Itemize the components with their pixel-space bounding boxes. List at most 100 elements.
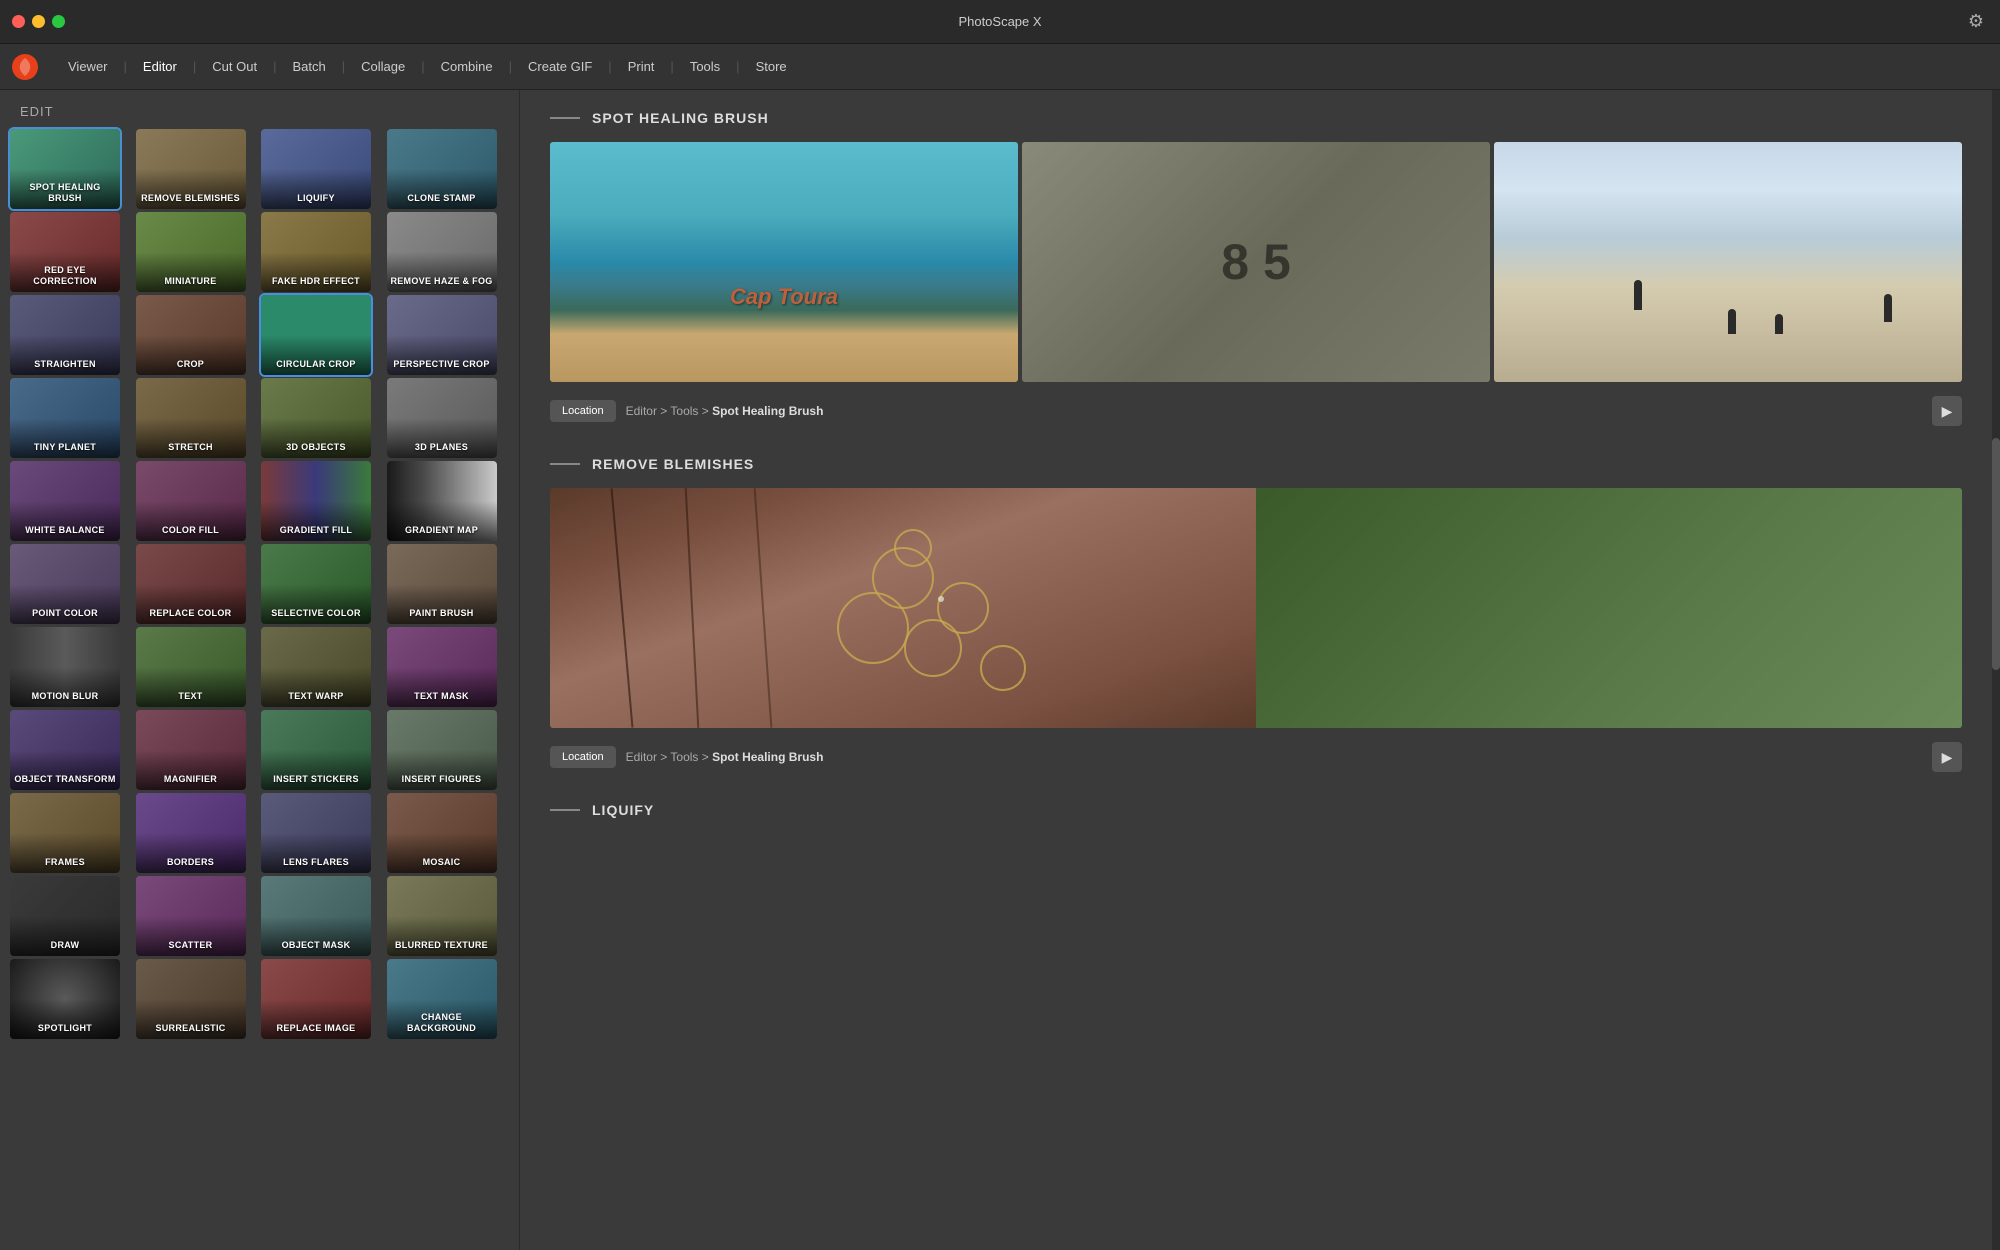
section-remove-blemishes-header: REMOVE BLEMISHES <box>550 456 1962 472</box>
tool-lens-flares[interactable]: LENS FLARES <box>261 793 371 873</box>
section-remove-blemishes-title: REMOVE BLEMISHES <box>592 456 754 472</box>
tool-perspective-crop-label: PERSPECTIVE CROP <box>387 355 497 375</box>
tool-change-background[interactable]: CHANGE BACKGROUND <box>387 959 497 1039</box>
tool-mosaic[interactable]: MOSAIC <box>387 793 497 873</box>
tool-insert-figures[interactable]: INSERT FIGURES <box>387 710 497 790</box>
tool-object-mask[interactable]: OBJECT MASK <box>261 876 371 956</box>
maximize-button[interactable] <box>52 15 65 28</box>
tool-selective-color[interactable]: SELECTIVE COLOR <box>261 544 371 624</box>
menu-create-gif[interactable]: Create GIF <box>514 53 606 80</box>
location-button-2[interactable]: Location <box>550 746 616 768</box>
tool-clone-stamp[interactable]: CLONE STAMP <box>387 129 497 209</box>
right-scrollbar[interactable] <box>1992 90 2000 1250</box>
tool-point-color[interactable]: POINT COLOR <box>10 544 120 624</box>
play-icon-1: ▶ <box>1942 403 1953 420</box>
menu-print[interactable]: Print <box>614 53 669 80</box>
tool-object-mask-label: OBJECT MASK <box>261 936 371 956</box>
location-path-2: Editor > Tools > Spot Healing Brush <box>626 750 824 764</box>
tool-insert-figures-label: INSERT FIGURES <box>387 770 497 790</box>
tool-gradient-map[interactable]: GRADIENT MAP <box>387 461 497 541</box>
tool-motion-blur-label: MOTION BLUR <box>10 687 120 707</box>
tool-surrealistic[interactable]: SURREALISTIC <box>136 959 246 1039</box>
tool-lens-flares-label: LENS FLARES <box>261 853 371 873</box>
menu-tools[interactable]: Tools <box>676 53 734 80</box>
tool-miniature[interactable]: MINIATURE <box>136 212 246 292</box>
close-button[interactable] <box>12 15 25 28</box>
tool-tiny-planet[interactable]: TINY PLANET <box>10 378 120 458</box>
tool-text-mask[interactable]: TEXT MASK <box>387 627 497 707</box>
remove-blemishes-location-bar: Location Editor > Tools > Spot Healing B… <box>550 742 1962 772</box>
tool-miniature-label: MINIATURE <box>136 272 246 292</box>
tool-blurred-texture[interactable]: BLURRED TEXTURE <box>387 876 497 956</box>
tool-magnifier-label: MAGNIFIER <box>136 770 246 790</box>
settings-icon[interactable]: ⚙ <box>1968 11 1984 32</box>
menu-editor[interactable]: Editor <box>129 53 191 80</box>
play-button-2[interactable]: ▶ <box>1932 742 1962 772</box>
tool-draw[interactable]: DRAW <box>10 876 120 956</box>
tool-borders[interactable]: BORDERS <box>136 793 246 873</box>
tool-red-eye-label: RED EYE CORRECTION <box>10 261 120 292</box>
tool-perspective-crop[interactable]: PERSPECTIVE CROP <box>387 295 497 375</box>
tool-spotlight[interactable]: SPOTLIGHT <box>10 959 120 1039</box>
tool-white-balance[interactable]: WHITE BALANCE <box>10 461 120 541</box>
tool-scatter[interactable]: SCATTER <box>136 876 246 956</box>
location-button-1[interactable]: Location <box>550 400 616 422</box>
tool-frames[interactable]: FRAMES <box>10 793 120 873</box>
tool-text-warp[interactable]: TEXT WARP <box>261 627 371 707</box>
menu-store[interactable]: Store <box>742 53 801 80</box>
menu-collage[interactable]: Collage <box>347 53 419 80</box>
tool-3d-objects-label: 3D OBJECTS <box>261 438 371 458</box>
tool-replace-image[interactable]: REPLACE IMAGE <box>261 959 371 1039</box>
tool-insert-stickers-label: INSERT STICKERS <box>261 770 371 790</box>
tool-motion-blur[interactable]: MOTION BLUR <box>10 627 120 707</box>
app-title: PhotoScape X <box>958 14 1041 29</box>
tool-paint-brush[interactable]: PAINT BRUSH <box>387 544 497 624</box>
section-liquify-title: LIQUIFY <box>592 802 654 818</box>
menu-batch[interactable]: Batch <box>278 53 339 80</box>
play-button-1[interactable]: ▶ <box>1932 396 1962 426</box>
tool-mosaic-label: MOSAIC <box>387 853 497 873</box>
menu-cut-out[interactable]: Cut Out <box>198 53 271 80</box>
tool-crop[interactable]: CROP <box>136 295 246 375</box>
preview-beach-image <box>1494 142 1962 382</box>
tool-remove-haze[interactable]: REMOVE HAZE & FOG <box>387 212 497 292</box>
tool-gradient-map-label: GRADIENT MAP <box>387 521 497 541</box>
blemish-face-image <box>550 488 1256 728</box>
tool-color-fill[interactable]: COLOR FILL <box>136 461 246 541</box>
tool-3d-planes[interactable]: 3D PLANES <box>387 378 497 458</box>
section-line-1 <box>550 117 580 119</box>
minimize-button[interactable] <box>32 15 45 28</box>
tool-replace-color[interactable]: REPLACE COLOR <box>136 544 246 624</box>
menu-combine[interactable]: Combine <box>427 53 507 80</box>
tool-object-transform-label: OBJECT TRANSFORM <box>10 770 120 790</box>
tool-magnifier[interactable]: MAGNIFIER <box>136 710 246 790</box>
tool-text-label: TEXT <box>136 687 246 707</box>
tool-red-eye-correction[interactable]: RED EYE CORRECTION <box>10 212 120 292</box>
tool-3d-planes-label: 3D PLANES <box>387 438 497 458</box>
tool-borders-label: BORDERS <box>136 853 246 873</box>
tool-circular-crop[interactable]: CIRCULAR CROP <box>261 295 371 375</box>
tool-spot-healing-brush[interactable]: SPOT HEALING BRUSH <box>10 129 120 209</box>
location-path-1: Editor > Tools > Spot Healing Brush <box>626 404 824 418</box>
menu-viewer[interactable]: Viewer <box>54 53 122 80</box>
sidebar: EDIT SPOT HEALING BRUSH REMOVE BLEMISHES… <box>0 90 520 1250</box>
menubar: Viewer | Editor | Cut Out | Batch | Coll… <box>0 44 2000 90</box>
tool-selective-color-label: SELECTIVE COLOR <box>261 604 371 624</box>
tool-stretch[interactable]: STRETCH <box>136 378 246 458</box>
tool-gradient-fill-label: GRADIENT FILL <box>261 521 371 541</box>
tool-insert-stickers[interactable]: INSERT STICKERS <box>261 710 371 790</box>
tool-gradient-fill[interactable]: GRADIENT FILL <box>261 461 371 541</box>
tool-3d-objects[interactable]: 3D OBJECTS <box>261 378 371 458</box>
scrollbar-thumb[interactable] <box>1992 438 2000 670</box>
tool-text[interactable]: TEXT <box>136 627 246 707</box>
tool-remove-blemishes[interactable]: REMOVE BLEMISHES <box>136 129 246 209</box>
tool-liquify[interactable]: LIQUIFY <box>261 129 371 209</box>
tool-object-transform[interactable]: OBJECT TRANSFORM <box>10 710 120 790</box>
tool-clone-stamp-label: CLONE STAMP <box>387 189 497 209</box>
tool-fake-hdr[interactable]: FAKE HDR EFFECT <box>261 212 371 292</box>
tool-liquify-label: LIQUIFY <box>261 189 371 209</box>
main-layout: EDIT SPOT HEALING BRUSH REMOVE BLEMISHES… <box>0 90 2000 1250</box>
tool-straighten[interactable]: STRAIGHTEN <box>10 295 120 375</box>
tool-surrealistic-label: SURREALISTIC <box>136 1019 246 1039</box>
tool-change-background-label: CHANGE BACKGROUND <box>387 1008 497 1039</box>
